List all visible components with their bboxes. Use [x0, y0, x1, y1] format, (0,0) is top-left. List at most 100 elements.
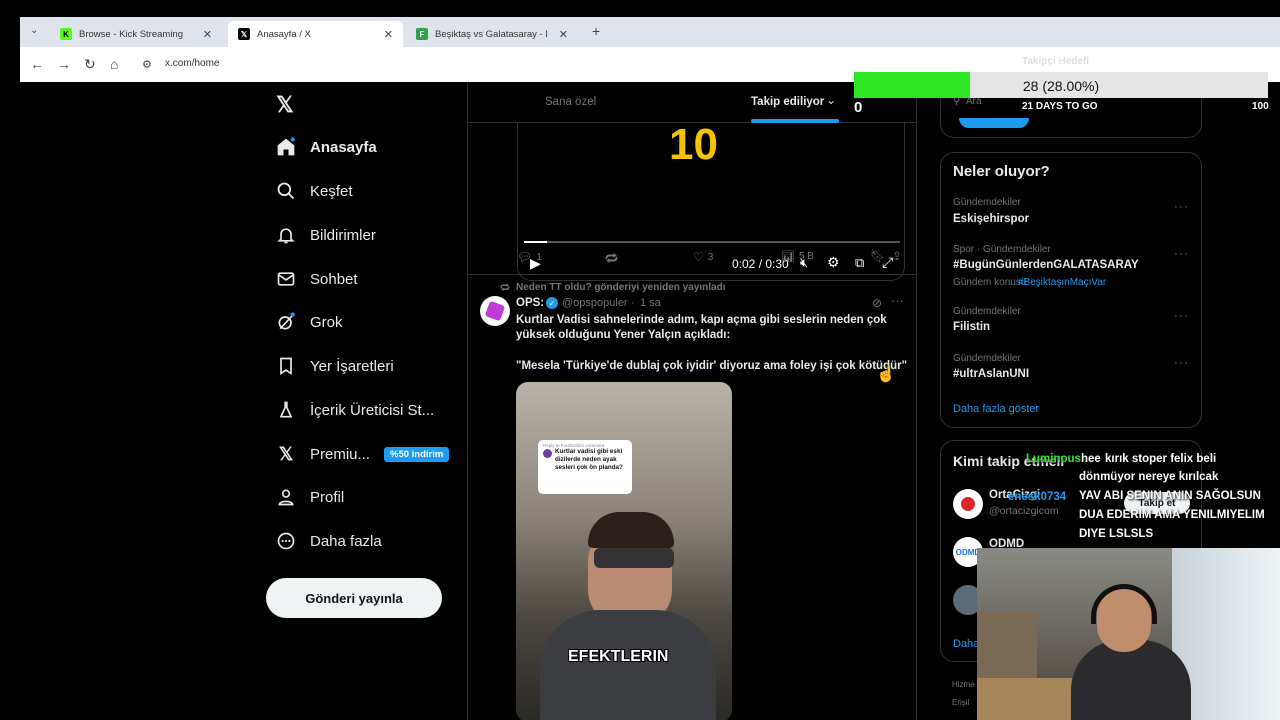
chevron-down-icon[interactable]: ⌄ — [826, 93, 836, 107]
follower-goal-bar: 28 (28.00%) — [854, 72, 1268, 98]
tab-title: Anasayfa / X — [257, 28, 311, 40]
mouse-cursor-icon: ☝ — [876, 366, 896, 383]
trend-name: #ultrAslanUNI — [953, 368, 1030, 380]
bookmark-icon[interactable]: 🔖︎ — [870, 249, 885, 263]
post-divider — [468, 274, 916, 275]
close-tab-icon[interactable]: ✕ — [203, 28, 212, 41]
browser-tab-flashscore[interactable]: F Beşiktaş vs Galatasaray - live sc ✕ — [406, 21, 578, 47]
discount-badge: %50 indirim — [384, 446, 450, 462]
nav-item-messages[interactable]: Sohbet — [276, 266, 358, 292]
close-tab-icon[interactable]: ✕ — [559, 28, 568, 41]
more-icon[interactable]: ··· — [891, 293, 904, 308]
x-logo-icon: 𝕏 — [278, 443, 294, 464]
nav-item-grok[interactable]: Grok — [276, 309, 343, 335]
goal-start: 0 — [854, 99, 863, 116]
nav-item-creator-studio[interactable]: İçerik Üreticisi St... — [276, 397, 434, 423]
site-settings-icon[interactable]: ⚙ — [142, 58, 152, 71]
show-more-link[interactable]: Daha fazla göster — [953, 403, 1039, 415]
goal-days: 21 DAYS TO GO — [1022, 101, 1098, 112]
like-button[interactable]: ♡ 3 — [693, 250, 713, 264]
suggestion-handle[interactable]: @ortacizgicom — [989, 505, 1059, 517]
trend-item[interactable]: Gündemdekiler #ultrAslanUNI ··· — [941, 349, 1203, 385]
tab-title: Browse - Kick Streaming — [79, 28, 184, 40]
browser-tab-x[interactable]: 𝕏 Anasayfa / X ✕ — [228, 21, 403, 47]
forward-icon[interactable]: → — [57, 56, 71, 72]
more-icon[interactable]: ··· — [1174, 199, 1189, 213]
footer-link[interactable]: Hizme — [952, 680, 975, 689]
trend-item[interactable]: Spor · Gündemdekiler #BugünGünlerdenGALA… — [941, 240, 1203, 292]
nav-label: Premiu... — [310, 445, 371, 463]
view-count: 5 B — [798, 251, 814, 262]
nav-item-explore[interactable]: Keşfet — [276, 178, 353, 204]
trend-extra-tag[interactable]: #BeşiktaşınMaçıVar — [1018, 277, 1106, 288]
post-author[interactable]: OPS: — [516, 297, 544, 309]
back-icon[interactable]: ← — [30, 56, 44, 72]
post-handle[interactable]: @opspopuler — [562, 297, 628, 309]
tab-following[interactable]: Takip ediliyor — [751, 96, 824, 108]
trend-item[interactable]: Gündemdekiler Filistin ··· — [941, 302, 1203, 338]
person-icon — [276, 487, 296, 507]
more-icon[interactable]: ··· — [1174, 355, 1189, 369]
new-tab-button[interactable]: + — [592, 23, 600, 39]
home-icon — [276, 137, 296, 157]
nav-label: Daha fazla — [310, 532, 382, 550]
tab-for-you[interactable]: Sana özel — [545, 96, 596, 108]
x-logo-icon[interactable]: 𝕏 — [276, 92, 294, 118]
verified-badge-icon: ✓ — [546, 297, 558, 309]
flashscore-icon: F — [416, 28, 428, 40]
nav-label: İçerik Üreticisi St... — [310, 401, 435, 419]
post-button[interactable]: Gönderi yayınla — [266, 578, 442, 618]
trend-meta: Spor · Gündemdekiler — [953, 244, 1051, 255]
tab-list-chevron-icon[interactable]: ⌄ — [30, 25, 38, 36]
tab-title: Beşiktaş vs Galatasaray - live sc — [435, 28, 547, 40]
home-icon[interactable]: ⌂ — [110, 56, 118, 72]
chat-user: Luminous — [1026, 453, 1081, 465]
nav-item-profile[interactable]: Profil — [276, 484, 344, 510]
more-icon[interactable]: ··· — [1174, 308, 1189, 322]
timeline: Sana özel Takip ediliyor ⌄ 10 ▶ 0:02 / 0… — [467, 82, 917, 720]
post-time[interactable]: 1 sa — [640, 297, 661, 309]
reply-button[interactable]: 💬︎ 1 — [517, 250, 542, 264]
footer-link[interactable]: Erişil — [952, 698, 969, 707]
nav-item-premium[interactable]: 𝕏 Premiu... %50 indirim — [276, 441, 450, 467]
nav-item-bookmarks[interactable]: Yer İşaretleri — [276, 353, 394, 379]
url-field[interactable]: x.com/home — [165, 58, 219, 69]
video-caption: EFEKTLERIN — [568, 648, 669, 665]
nav-label: Sohbet — [310, 270, 358, 288]
post-video-thumbnail[interactable]: Reply to FordSotilo's comment Kurtlar va… — [516, 382, 732, 720]
repost-indicator-icon: 🔁︎ — [500, 283, 510, 294]
post-quote: "Mesela 'Türkiye'de dublaj çok iyidir' d… — [516, 360, 908, 372]
nav-label: Anasayfa — [310, 138, 377, 156]
views-icon: 📊︎ — [781, 251, 795, 263]
settings-icon[interactable]: ⚙ — [827, 254, 840, 271]
show-more-follow-link[interactable]: Daha — [953, 638, 979, 650]
repost-note[interactable]: Neden TT oldu? gönderiyi yeniden yayınla… — [516, 282, 725, 293]
suggestion-avatar[interactable] — [953, 489, 983, 519]
subscribe-button[interactable] — [959, 118, 1029, 128]
reply-count: 1 — [536, 251, 542, 263]
views-button[interactable]: 📊︎ 5 B — [781, 250, 814, 263]
browser-tab-kick[interactable]: K Browse - Kick Streaming ✕ — [50, 21, 222, 47]
trend-meta: Gündemdekiler — [953, 197, 1021, 208]
close-tab-icon[interactable]: ✕ — [384, 28, 393, 41]
nav-item-home[interactable]: Anasayfa — [276, 134, 377, 160]
commenter-avatar — [543, 449, 552, 458]
streamer-body — [1071, 640, 1191, 720]
video-overlay-number: 10 — [669, 120, 718, 169]
avatar[interactable] — [480, 296, 510, 326]
bell-icon — [276, 225, 296, 245]
timeline-tabs: Sana özel Takip ediliyor ⌄ — [468, 82, 916, 123]
repost-icon[interactable]: 🔁︎ — [605, 249, 618, 268]
trend-name: #BugünGünlerdenGALATASARAY — [953, 259, 1139, 271]
share-icon[interactable]: ⇪ — [892, 249, 902, 263]
pip-icon[interactable]: ⧉ — [855, 255, 864, 271]
more-icon[interactable]: ··· — [1174, 246, 1189, 260]
trend-name: Filistin — [953, 321, 991, 333]
reload-icon[interactable]: ↻ — [84, 56, 96, 73]
grok-icon[interactable]: ⊘ — [872, 296, 882, 310]
nav-item-more[interactable]: Daha fazla — [276, 528, 382, 554]
nav-item-notifications[interactable]: Bildirimler — [276, 222, 376, 248]
trend-item[interactable]: Gündemdekiler Eskişehirspor ··· — [941, 193, 1203, 229]
video-progress-track[interactable] — [524, 241, 900, 243]
ortacizgi-logo-icon — [961, 497, 975, 511]
